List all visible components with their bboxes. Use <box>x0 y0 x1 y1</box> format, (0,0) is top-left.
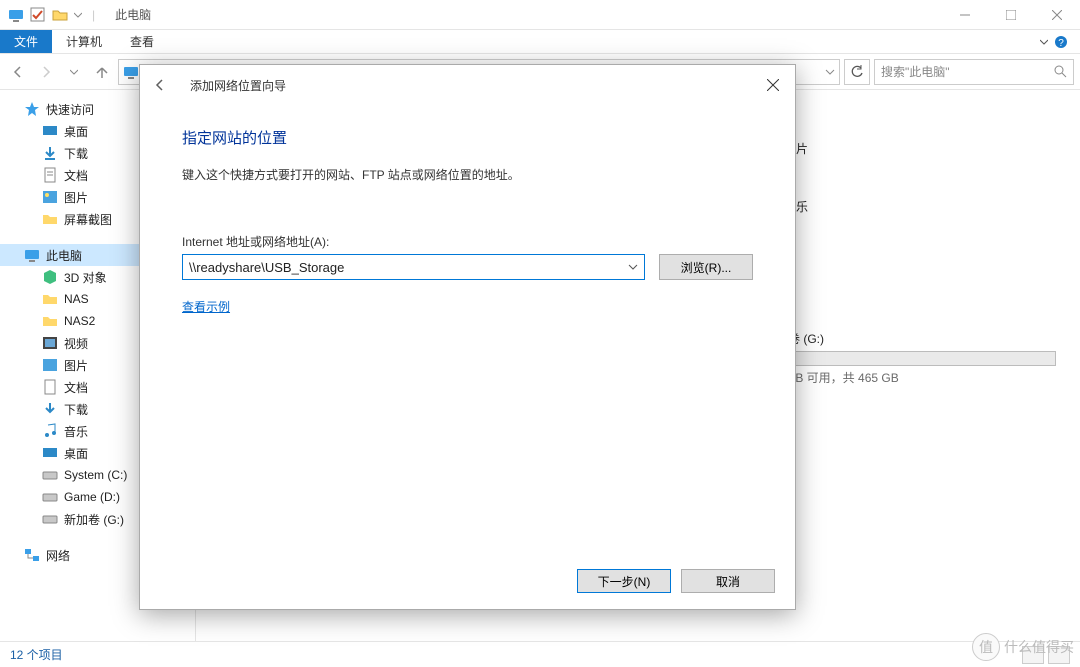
picture-icon <box>42 189 58 205</box>
folder-icon <box>42 313 58 329</box>
forward-button[interactable] <box>34 60 58 84</box>
tree-label: 网络 <box>46 547 70 564</box>
address-dropdown-icon[interactable] <box>825 67 835 77</box>
ribbon: 文件 计算机 查看 ? <box>0 30 1080 54</box>
pc-icon <box>123 64 139 80</box>
svg-text:?: ? <box>1058 38 1064 49</box>
search-placeholder: 搜索"此电脑" <box>881 63 950 80</box>
search-box[interactable]: 搜索"此电脑" <box>874 59 1074 85</box>
drive-label: 加卷 (G:) <box>776 330 1080 347</box>
tab-view[interactable]: 查看 <box>116 30 168 53</box>
tree-label: 下载 <box>64 401 88 418</box>
tree-label: 文档 <box>64 167 88 184</box>
folder-icon <box>42 291 58 307</box>
pc-icon <box>8 7 24 23</box>
tree-label: 图片 <box>64 189 88 206</box>
desktop-icon <box>42 445 58 461</box>
search-icon <box>1054 65 1067 78</box>
close-button[interactable] <box>1034 0 1080 30</box>
tree-label: 桌面 <box>64 123 88 140</box>
tree-label: 下载 <box>64 145 88 162</box>
add-network-location-dialog: 添加网络位置向导 指定网站的位置 键入这个快捷方式要打开的网站、FTP 站点或网… <box>139 64 796 610</box>
tree-label: 音乐 <box>64 423 88 440</box>
folder-icon <box>42 211 58 227</box>
tree-label: NAS <box>64 292 89 306</box>
cube-icon <box>42 269 58 285</box>
dialog-footer: 下一步(N) 取消 <box>577 569 775 593</box>
chevron-down-icon[interactable] <box>628 262 638 272</box>
video-icon <box>42 335 58 351</box>
document-icon <box>42 379 58 395</box>
separator: | <box>88 8 99 22</box>
refresh-button[interactable] <box>844 59 870 85</box>
drive-icon <box>42 467 58 483</box>
document-icon <box>42 167 58 183</box>
pc-icon <box>24 247 40 263</box>
tree-label: 图片 <box>64 357 88 374</box>
tree-label: 视频 <box>64 335 88 352</box>
tree-label: 文档 <box>64 379 88 396</box>
tree-label: Game (D:) <box>64 490 120 504</box>
star-icon <box>24 101 40 117</box>
minimize-button[interactable] <box>942 0 988 30</box>
tree-label: System (C:) <box>64 468 127 482</box>
network-icon <box>24 547 40 563</box>
window-controls <box>942 0 1080 30</box>
drive-usage-bar <box>776 351 1056 366</box>
window-title: 此电脑 <box>107 6 151 23</box>
tree-label: 桌面 <box>64 445 88 462</box>
maximize-button[interactable] <box>988 0 1034 30</box>
statusbar: 12 个项目 <box>0 641 1080 667</box>
folder-icon <box>52 7 68 23</box>
back-button[interactable] <box>6 60 30 84</box>
download-icon <box>42 145 58 161</box>
up-button[interactable] <box>90 60 114 84</box>
tree-label: 屏幕截图 <box>64 211 112 228</box>
quick-access-toolbar: | <box>0 7 107 23</box>
dialog-title: 添加网络位置向导 <box>180 77 286 94</box>
cancel-button[interactable]: 取消 <box>681 569 775 593</box>
dialog-titlebar: 添加网络位置向导 <box>140 65 795 105</box>
tree-label: 3D 对象 <box>64 269 107 286</box>
tree-label: 快速访问 <box>46 101 94 118</box>
content-item-fragment: 乐 <box>796 198 808 215</box>
next-button[interactable]: 下一步(N) <box>577 569 671 593</box>
music-icon <box>42 423 58 439</box>
ribbon-help[interactable]: ? <box>1028 30 1080 53</box>
watermark-badge: 值 <box>972 633 1000 661</box>
view-examples-link[interactable]: 查看示例 <box>182 298 230 315</box>
dialog-back-button[interactable] <box>140 65 180 105</box>
address-value: \\readyshare\USB_Storage <box>189 260 344 275</box>
desktop-icon <box>42 123 58 139</box>
drive-icon <box>42 489 58 505</box>
titlebar: | 此电脑 <box>0 0 1080 30</box>
drive-icon <box>42 511 58 527</box>
checkbox-icon[interactable] <box>30 7 46 23</box>
tree-label: NAS2 <box>64 314 95 328</box>
content-item-fragment: 片 <box>796 140 808 157</box>
tree-label: 新加卷 (G:) <box>64 511 124 528</box>
dialog-close-button[interactable] <box>751 65 795 105</box>
drive-free-text: 3 GB 可用，共 465 GB <box>776 369 1080 386</box>
drive-g[interactable]: 加卷 (G:) 3 GB 可用，共 465 GB <box>776 330 1080 386</box>
download-icon <box>42 401 58 417</box>
tab-computer[interactable]: 计算机 <box>52 30 116 53</box>
qat-dropdown-icon[interactable] <box>74 7 82 23</box>
dialog-heading: 指定网站的位置 <box>182 127 753 148</box>
address-field-label: Internet 地址或网络地址(A): <box>182 233 753 250</box>
browse-button[interactable]: 浏览(R)... <box>659 254 753 280</box>
watermark: 值 什么值得买 <box>972 633 1074 661</box>
dialog-body: 指定网站的位置 键入这个快捷方式要打开的网站、FTP 站点或网络位置的地址。 I… <box>140 105 795 315</box>
tree-label: 此电脑 <box>46 247 82 264</box>
dialog-description: 键入这个快捷方式要打开的网站、FTP 站点或网络位置的地址。 <box>182 166 753 183</box>
item-count: 12 个项目 <box>10 646 63 663</box>
address-combobox[interactable]: \\readyshare\USB_Storage <box>182 254 645 280</box>
recent-dropdown[interactable] <box>62 60 86 84</box>
tab-file[interactable]: 文件 <box>0 30 52 53</box>
watermark-text: 什么值得买 <box>1004 637 1074 657</box>
picture-icon <box>42 357 58 373</box>
